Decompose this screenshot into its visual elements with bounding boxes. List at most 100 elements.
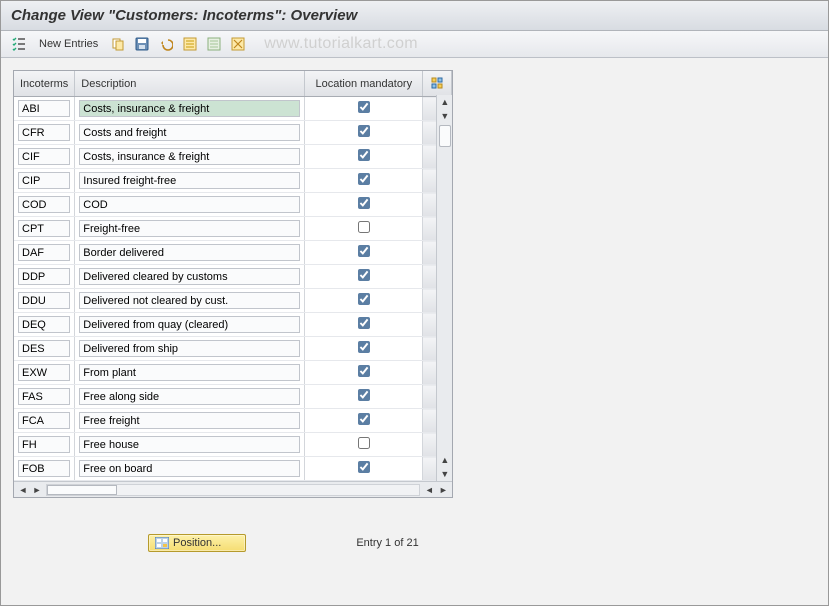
description-input[interactable] bbox=[79, 220, 300, 237]
description-input[interactable] bbox=[79, 124, 300, 141]
location-mandatory-checkbox[interactable] bbox=[358, 293, 370, 305]
location-mandatory-checkbox[interactable] bbox=[358, 221, 370, 233]
location-mandatory-checkbox[interactable] bbox=[358, 341, 370, 353]
select-all-icon[interactable] bbox=[180, 34, 200, 54]
table-row[interactable] bbox=[14, 217, 452, 241]
scroll-down2-icon[interactable]: ▼ bbox=[438, 467, 452, 481]
incoterms-code-input[interactable] bbox=[18, 412, 70, 429]
table-row[interactable] bbox=[14, 313, 452, 337]
table-row[interactable] bbox=[14, 289, 452, 313]
scroll-left-icon[interactable]: ◄ bbox=[16, 483, 30, 497]
table-row[interactable] bbox=[14, 169, 452, 193]
incoterms-code-input[interactable] bbox=[18, 436, 70, 453]
incoterms-code-input[interactable] bbox=[18, 148, 70, 165]
description-input[interactable] bbox=[79, 316, 300, 333]
scroll-right2-icon[interactable]: ► bbox=[436, 483, 450, 497]
description-input[interactable] bbox=[79, 388, 300, 405]
scroll-up2-icon[interactable]: ▲ bbox=[438, 453, 452, 467]
table-row[interactable] bbox=[14, 97, 452, 121]
description-input[interactable] bbox=[79, 436, 300, 453]
entry-count-label: Entry 1 of 21 bbox=[356, 537, 418, 549]
vscroll-thumb[interactable] bbox=[439, 125, 451, 147]
location-mandatory-checkbox[interactable] bbox=[358, 101, 370, 113]
table-row[interactable] bbox=[14, 361, 452, 385]
copy-icon[interactable] bbox=[108, 34, 128, 54]
watermark-text: www.tutorialkart.com bbox=[264, 35, 418, 53]
incoterms-code-input[interactable] bbox=[18, 172, 70, 189]
location-mandatory-checkbox[interactable] bbox=[358, 125, 370, 137]
location-mandatory-checkbox[interactable] bbox=[358, 413, 370, 425]
scroll-up-icon[interactable]: ▲ bbox=[438, 95, 452, 109]
table-row[interactable] bbox=[14, 145, 452, 169]
location-mandatory-checkbox[interactable] bbox=[358, 317, 370, 329]
incoterms-code-input[interactable] bbox=[18, 460, 70, 477]
location-mandatory-checkbox[interactable] bbox=[358, 269, 370, 281]
table-row[interactable] bbox=[14, 337, 452, 361]
save-icon[interactable] bbox=[132, 34, 152, 54]
new-entries-button[interactable]: New Entries bbox=[33, 36, 104, 52]
footer: Position... Entry 1 of 21 bbox=[13, 534, 816, 552]
content-area: Incoterms Description Location mandatory… bbox=[1, 58, 828, 564]
scroll-left2-icon[interactable]: ◄ bbox=[422, 483, 436, 497]
description-input[interactable] bbox=[79, 292, 300, 309]
scroll-down-icon[interactable]: ▼ bbox=[438, 109, 452, 123]
incoterms-code-input[interactable] bbox=[18, 364, 70, 381]
location-mandatory-checkbox[interactable] bbox=[358, 149, 370, 161]
location-mandatory-checkbox[interactable] bbox=[358, 365, 370, 377]
incoterms-table: Incoterms Description Location mandatory bbox=[14, 71, 452, 481]
vertical-scrollbar[interactable]: ▲ ▼ ▲ ▼ bbox=[436, 95, 452, 481]
description-input[interactable] bbox=[79, 196, 300, 213]
toolbar: New Entries www.tutorialkart.com bbox=[1, 31, 828, 58]
location-mandatory-checkbox[interactable] bbox=[358, 437, 370, 449]
column-header-incoterms[interactable]: Incoterms bbox=[14, 71, 75, 97]
description-input[interactable] bbox=[79, 148, 300, 165]
incoterms-code-input[interactable] bbox=[18, 268, 70, 285]
column-header-location[interactable]: Location mandatory bbox=[305, 71, 423, 97]
horizontal-scrollbar[interactable]: ◄ ► ◄ ► bbox=[14, 481, 452, 497]
table-row[interactable] bbox=[14, 457, 452, 481]
incoterms-code-input[interactable] bbox=[18, 244, 70, 261]
table-container: Incoterms Description Location mandatory… bbox=[13, 70, 453, 498]
position-button[interactable]: Position... bbox=[148, 534, 246, 552]
incoterms-code-input[interactable] bbox=[18, 220, 70, 237]
description-input[interactable] bbox=[79, 244, 300, 261]
table-row[interactable] bbox=[14, 409, 452, 433]
incoterms-code-input[interactable] bbox=[18, 124, 70, 141]
location-mandatory-checkbox[interactable] bbox=[358, 461, 370, 473]
table-row[interactable] bbox=[14, 433, 452, 457]
description-input[interactable] bbox=[79, 172, 300, 189]
location-mandatory-checkbox[interactable] bbox=[358, 197, 370, 209]
column-header-description[interactable]: Description bbox=[75, 71, 305, 97]
scroll-right-icon[interactable]: ► bbox=[30, 483, 44, 497]
incoterms-code-input[interactable] bbox=[18, 316, 70, 333]
incoterms-code-input[interactable] bbox=[18, 100, 70, 117]
page-title: Change View "Customers: Incoterms": Over… bbox=[1, 1, 828, 31]
description-input[interactable] bbox=[79, 364, 300, 381]
description-input[interactable] bbox=[79, 268, 300, 285]
incoterms-code-input[interactable] bbox=[18, 292, 70, 309]
incoterms-code-input[interactable] bbox=[18, 340, 70, 357]
location-mandatory-checkbox[interactable] bbox=[358, 389, 370, 401]
table-row[interactable] bbox=[14, 193, 452, 217]
description-input[interactable] bbox=[79, 460, 300, 477]
undo-icon[interactable] bbox=[156, 34, 176, 54]
delete-icon[interactable] bbox=[228, 34, 248, 54]
table-row[interactable] bbox=[14, 385, 452, 409]
table-row[interactable] bbox=[14, 265, 452, 289]
description-input[interactable] bbox=[79, 412, 300, 429]
table-config-button[interactable] bbox=[423, 71, 452, 97]
description-input[interactable] bbox=[79, 100, 300, 117]
incoterms-code-input[interactable] bbox=[18, 388, 70, 405]
location-mandatory-checkbox[interactable] bbox=[358, 245, 370, 257]
description-input[interactable] bbox=[79, 340, 300, 357]
position-button-label: Position... bbox=[173, 537, 221, 549]
table-row[interactable] bbox=[14, 121, 452, 145]
table-config-icon bbox=[429, 75, 445, 91]
deselect-all-icon[interactable] bbox=[204, 34, 224, 54]
table-row[interactable] bbox=[14, 241, 452, 265]
hscroll-thumb[interactable] bbox=[47, 485, 117, 495]
pencil-checklist-icon[interactable] bbox=[9, 34, 29, 54]
hscroll-track[interactable] bbox=[46, 484, 420, 496]
incoterms-code-input[interactable] bbox=[18, 196, 70, 213]
location-mandatory-checkbox[interactable] bbox=[358, 173, 370, 185]
